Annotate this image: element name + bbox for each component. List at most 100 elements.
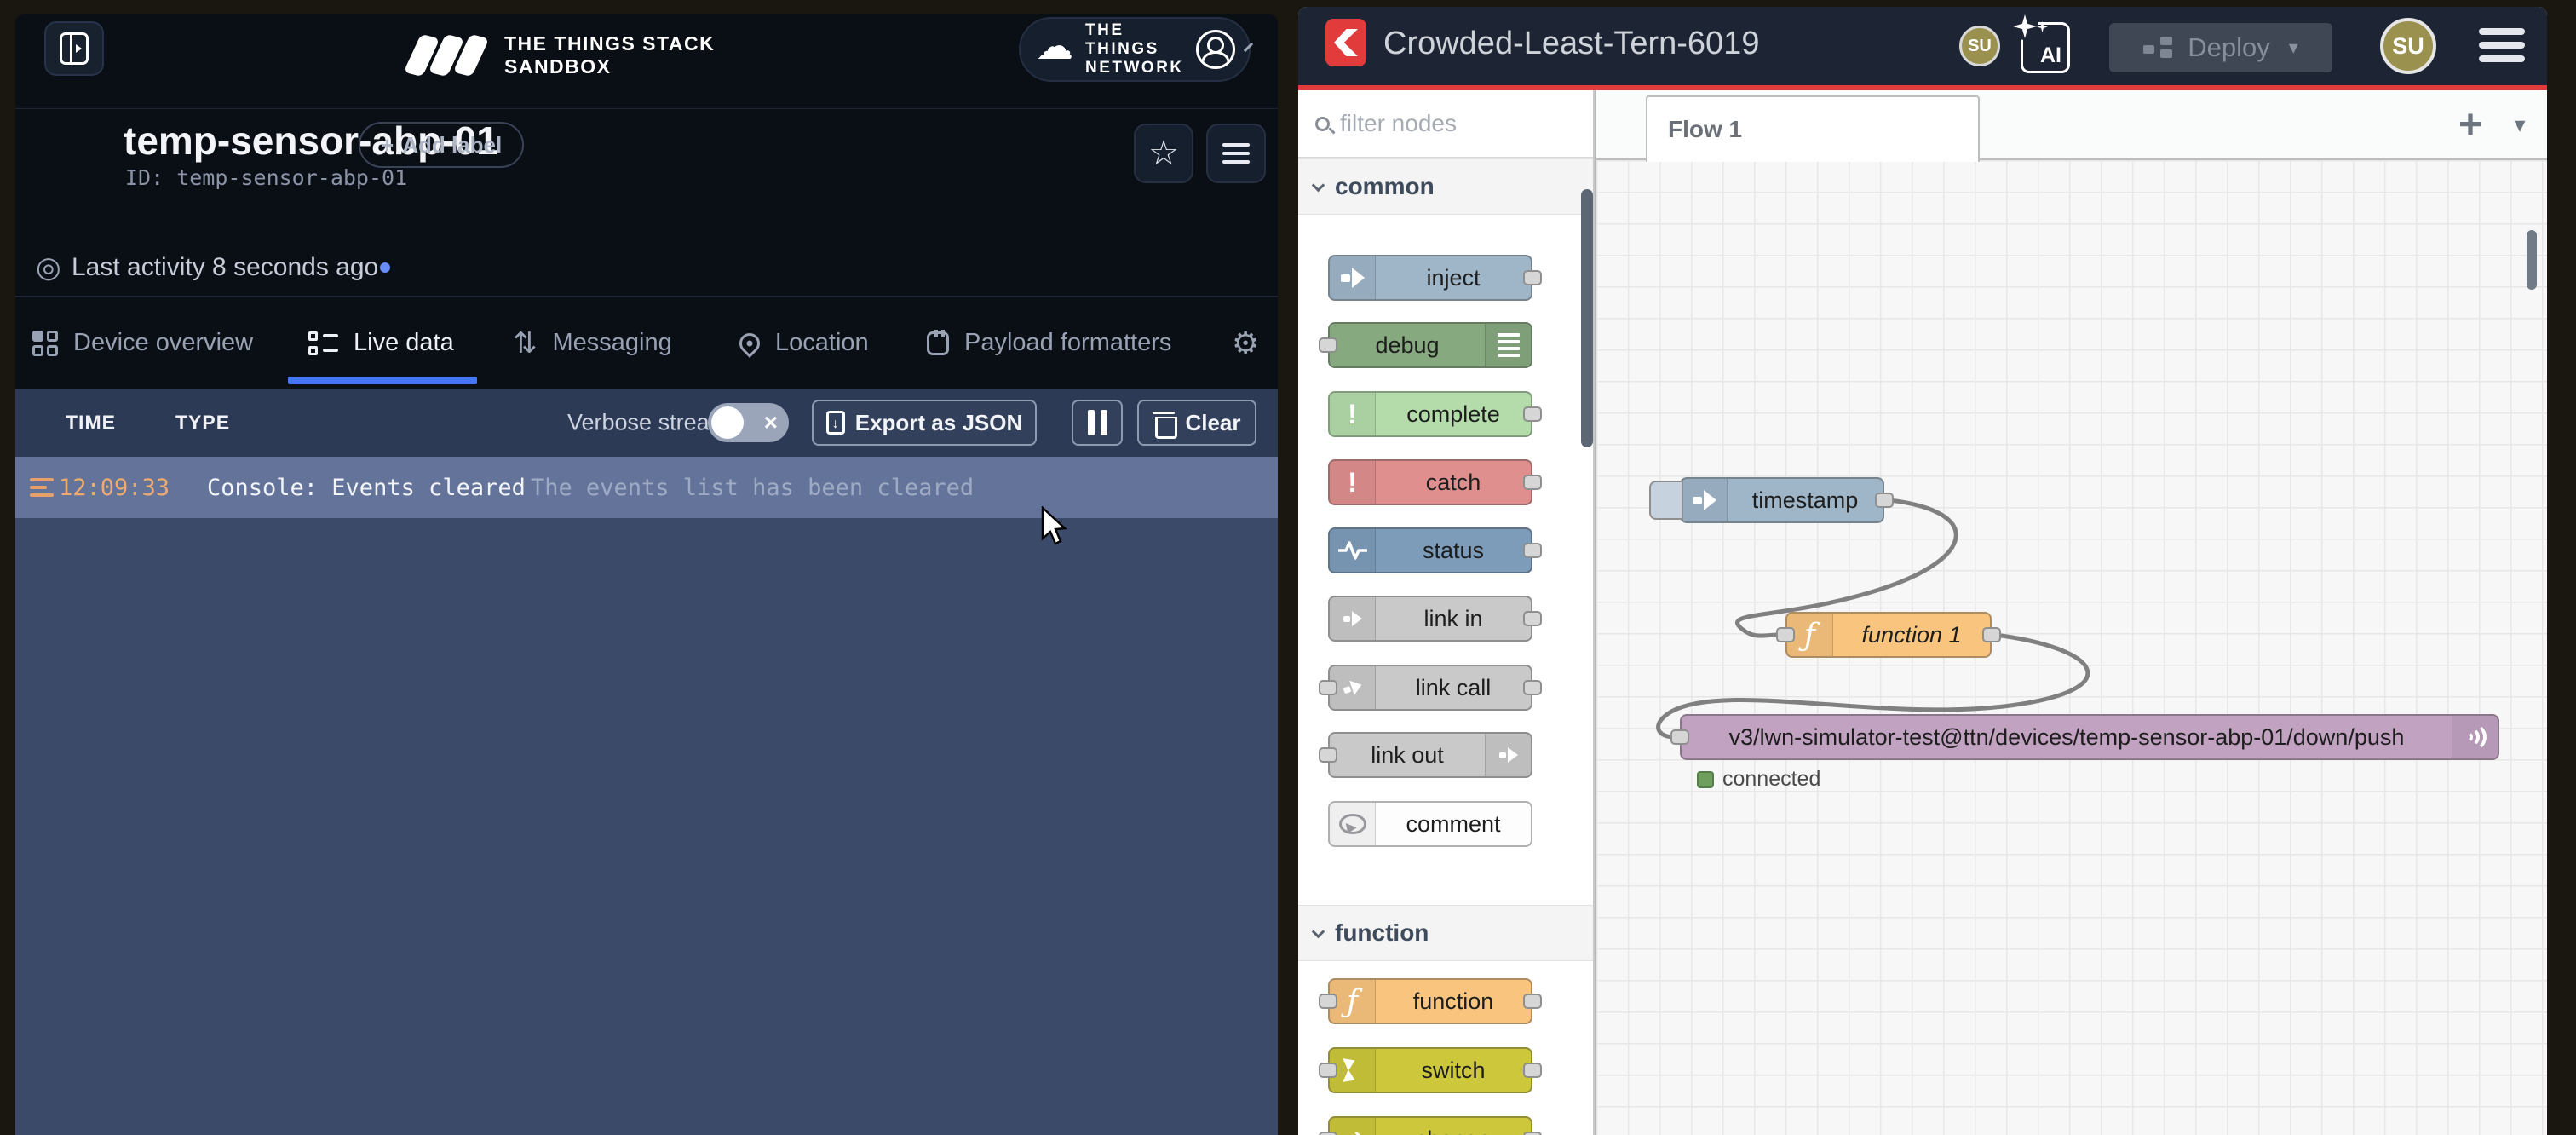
sidebar-toggle-button[interactable] — [44, 21, 104, 76]
flow-list-button[interactable]: ▾ — [2501, 102, 2539, 147]
live-data-toolbar: TIME TYPE Verbose stream × ↓ Export as J… — [15, 389, 1278, 457]
network-account-menu[interactable]: ☁ THE THINGS NETWORK — [1019, 17, 1251, 82]
input-port[interactable] — [1319, 680, 1337, 695]
clear-events-button[interactable]: Clear — [1137, 400, 1256, 446]
canvas-node-function-1[interactable]: ƒ function 1 — [1785, 612, 1992, 658]
live-data-panel — [15, 518, 1278, 1135]
bookmark-button[interactable]: ☆ — [1134, 124, 1193, 183]
palette-node-function[interactable]: ƒ function — [1328, 978, 1532, 1024]
tab-device-overview[interactable]: Device overview — [32, 297, 253, 389]
canvas-node-timestamp[interactable]: timestamp — [1680, 477, 1884, 523]
event-time: 12:09:33 — [59, 475, 170, 501]
filter-nodes-input[interactable] — [1340, 110, 1553, 137]
export-label: Export as JSON — [855, 410, 1023, 436]
tab-payload-formatters[interactable]: Payload formatters — [927, 297, 1171, 389]
input-port[interactable] — [1319, 994, 1337, 1009]
deploy-button[interactable]: Deploy ▾ — [2109, 23, 2332, 72]
output-port[interactable] — [1875, 493, 1894, 508]
star-icon: ☆ — [1148, 136, 1179, 170]
output-port[interactable] — [1523, 475, 1542, 490]
output-port[interactable] — [1982, 627, 2001, 642]
workspace-tabbar: Flow 1 + ▾ — [1596, 90, 2547, 160]
tab-messaging[interactable]: ⇅ Messaging — [513, 297, 672, 389]
palette-node-inject[interactable]: inject — [1328, 255, 1532, 301]
tab-location[interactable]: Location — [739, 297, 869, 389]
tab-label: Messaging — [553, 329, 672, 357]
payload-formatter-icon — [927, 331, 949, 355]
palette-node-link-in[interactable]: link in — [1328, 596, 1532, 642]
export-file-icon: ↓ — [826, 411, 845, 435]
ttn-flags-icon — [411, 36, 486, 75]
tab-live-data[interactable]: Live data — [308, 297, 454, 389]
canvas-node-mqtt-out[interactable]: v3/lwn-simulator-test@ttn/devices/temp-s… — [1680, 714, 2499, 760]
collapse-panel-icon — [60, 32, 89, 65]
verbose-stream-toggle[interactable]: × — [708, 403, 789, 442]
output-port[interactable] — [1523, 1132, 1542, 1135]
palette-node-comment[interactable]: comment — [1328, 801, 1532, 847]
palette-node-link-call[interactable]: link call — [1328, 665, 1532, 711]
user-avatar[interactable]: SU — [2380, 18, 2436, 74]
flow-canvas[interactable]: timestamp ƒ function 1 v3/lwn-simulator-… — [1596, 160, 2547, 1135]
output-port[interactable] — [1523, 1063, 1542, 1078]
palette-scrollbar[interactable] — [1581, 189, 1593, 447]
device-tabs: Device overview Live data ⇅ Messaging Lo… — [15, 297, 1278, 389]
palette-section-common[interactable]: common — [1298, 158, 1593, 215]
palette-node-switch[interactable]: switch — [1328, 1047, 1532, 1093]
input-port[interactable] — [1319, 747, 1337, 763]
ttn-console-window: THE THINGS STACK SANDBOX ☁ THE THINGS NE… — [15, 14, 1278, 1135]
nodered-window: Crowded-Least-Tern-6019 SU AI Deploy ▾ S… — [1298, 7, 2547, 1135]
active-tab-underline — [288, 377, 477, 384]
ttn-header: THE THINGS STACK SANDBOX ☁ THE THINGS NE… — [15, 14, 1278, 109]
palette-node-change[interactable]: ⇄ change — [1328, 1116, 1532, 1135]
palette-node-catch[interactable]: ! catch — [1328, 459, 1532, 505]
user-profile-icon — [1196, 30, 1235, 69]
add-flow-button[interactable]: + — [2448, 102, 2493, 147]
section-label: function — [1335, 919, 1429, 947]
output-port[interactable] — [1523, 680, 1542, 695]
palette-node-link-out[interactable]: link out — [1328, 732, 1532, 778]
input-port[interactable] — [1319, 1063, 1337, 1078]
nodered-header: Crowded-Least-Tern-6019 SU AI Deploy ▾ S… — [1298, 7, 2547, 90]
export-json-button[interactable]: ↓ Export as JSON — [812, 400, 1037, 446]
palette-node-debug[interactable]: debug — [1328, 322, 1532, 368]
tab-flow-1[interactable]: Flow 1 — [1646, 95, 1980, 162]
input-port[interactable] — [1319, 337, 1337, 353]
logo-line2: SANDBOX — [504, 55, 715, 78]
output-port[interactable] — [1523, 611, 1542, 626]
tab-label: Payload formatters — [964, 329, 1171, 357]
add-label-button[interactable]: + Add label — [359, 122, 524, 168]
deploy-label: Deploy — [2188, 32, 2270, 63]
node-palette: common inject debug ! complete ! catch s… — [1298, 90, 1595, 1135]
palette-node-complete[interactable]: ! complete — [1328, 391, 1532, 437]
device-settings-button[interactable]: ⚙ — [1232, 297, 1259, 389]
output-port[interactable] — [1523, 994, 1542, 1009]
deploy-caret-icon[interactable]: ▾ — [2289, 37, 2298, 59]
output-port[interactable] — [1523, 270, 1542, 285]
palette-node-status[interactable]: status — [1328, 527, 1532, 573]
section-label: common — [1335, 173, 1435, 200]
main-menu-button[interactable] — [2479, 28, 2525, 62]
collaborator-avatar[interactable]: SU — [1959, 26, 2000, 66]
output-port[interactable] — [1523, 543, 1542, 558]
tab-label: Device overview — [73, 329, 253, 357]
network-pill-line2: NETWORK — [1085, 59, 1184, 78]
device-header: temp-sensor-abp-01 ID: temp-sensor-abp-0… — [15, 109, 1278, 239]
inject-trigger-button[interactable] — [1649, 481, 1683, 520]
ai-assistant-button[interactable]: AI — [2021, 22, 2070, 73]
messaging-arrows-icon: ⇅ — [513, 329, 538, 358]
input-port[interactable] — [1319, 1132, 1337, 1135]
activity-icon: ◎ — [36, 253, 61, 282]
instance-title: Crowded-Least-Tern-6019 — [1383, 26, 1759, 62]
event-row[interactable]: 12:09:33 Console: Events cleared The eve… — [15, 457, 1278, 518]
input-port[interactable] — [1776, 627, 1795, 642]
pause-stream-button[interactable] — [1072, 400, 1123, 446]
input-port[interactable] — [1670, 729, 1689, 745]
last-activity-text: Last activity 8 seconds ago — [72, 253, 378, 282]
last-activity-bar: ◎ Last activity 8 seconds ago — [15, 239, 1278, 297]
device-menu-button[interactable] — [1206, 124, 1266, 183]
live-data-list-icon — [308, 331, 338, 355]
swap-arrows-icon: ⇄ — [1330, 1118, 1376, 1135]
chevron-down-icon — [1243, 42, 1252, 51]
palette-section-function[interactable]: function — [1298, 905, 1593, 961]
output-port[interactable] — [1523, 406, 1542, 422]
